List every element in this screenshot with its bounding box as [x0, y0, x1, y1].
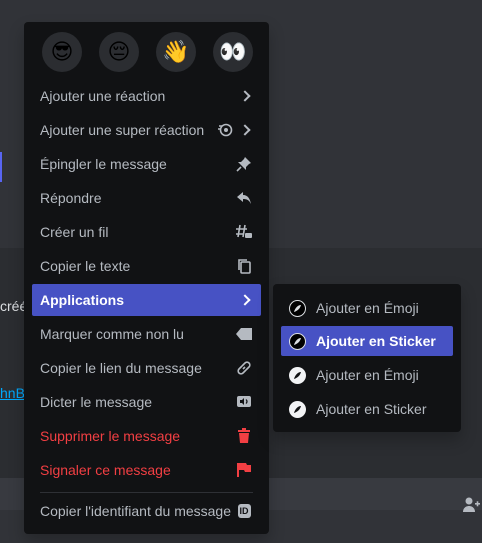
- menu-item-label: Marquer comme non lu: [40, 326, 184, 342]
- app-feather-icon: [289, 400, 306, 418]
- app-feather-icon: [289, 299, 306, 317]
- eyes-emoji-icon: 👀: [219, 39, 247, 64]
- menu-item-label: Signaler ce message: [40, 462, 171, 478]
- menu-item-mark-unread[interactable]: Marquer comme non lu: [32, 318, 261, 350]
- app-feather-icon: [289, 366, 306, 384]
- app-feather-icon: [289, 332, 306, 350]
- menu-item-copy-link[interactable]: Copier le lien du message: [32, 352, 261, 384]
- menu-item-label: Copier le lien du message: [40, 360, 202, 376]
- menu-item-report[interactable]: Signaler ce message: [32, 454, 261, 486]
- menu-item-label: Ajouter une réaction: [40, 88, 166, 104]
- chevron-right-icon: [239, 90, 251, 102]
- sunglasses-emoji-icon: 😎: [50, 39, 74, 64]
- submenu-item-add-emoji-alt[interactable]: Ajouter en Émoji: [281, 360, 453, 390]
- submenu-item-label: Ajouter en Sticker: [316, 333, 436, 349]
- copy-icon: [235, 257, 253, 275]
- quick-reaction-sunglasses[interactable]: 😎: [42, 32, 82, 72]
- menu-item-label: Copier le texte: [40, 258, 131, 274]
- super-reaction-icon: [217, 121, 235, 139]
- flag-icon: [235, 461, 253, 479]
- menu-item-label: Supprimer le message: [40, 428, 181, 444]
- quick-reactions: 😎 😔 👋 👀: [32, 30, 261, 74]
- id-badge-icon: ID: [235, 502, 253, 520]
- menu-item-add-super-reaction[interactable]: Ajouter une super réaction: [32, 114, 261, 146]
- submenu-item-add-emoji[interactable]: Ajouter en Émoji: [281, 293, 453, 323]
- menu-item-label: Répondre: [40, 190, 102, 206]
- unread-tag-icon: [235, 325, 253, 343]
- thread-icon: [235, 223, 253, 241]
- chevron-right-icon: [239, 124, 251, 136]
- wave-emoji-icon: 👋: [162, 39, 190, 64]
- menu-item-add-reaction[interactable]: Ajouter une réaction: [32, 80, 261, 112]
- message-link-fragment[interactable]: hnB: [0, 385, 25, 401]
- menu-item-label: Copier l'identifiant du message: [40, 503, 232, 519]
- submenu-item-add-sticker-alt[interactable]: Ajouter en Sticker: [281, 394, 453, 424]
- menu-item-copy-text[interactable]: Copier le texte: [32, 250, 261, 282]
- person-add-icon[interactable]: [462, 496, 480, 519]
- link-icon: [235, 359, 253, 377]
- menu-item-dictate[interactable]: Dicter le message: [32, 386, 261, 418]
- menu-divider: [40, 492, 253, 493]
- submenu-item-add-sticker[interactable]: Ajouter en Sticker: [281, 326, 453, 356]
- menu-item-label: Créer un fil: [40, 224, 109, 240]
- pensive-emoji-icon: 😔: [107, 39, 131, 64]
- applications-submenu: Ajouter en Émoji Ajouter en Sticker Ajou…: [273, 284, 461, 432]
- menu-item-create-thread[interactable]: Créer un fil: [32, 216, 261, 248]
- quick-reaction-eyes[interactable]: 👀: [213, 32, 253, 72]
- quick-reaction-pensive[interactable]: 😔: [99, 32, 139, 72]
- reply-icon: [235, 189, 253, 207]
- chevron-right-icon: [239, 294, 251, 306]
- highlight-bar: [0, 152, 2, 182]
- submenu-item-label: Ajouter en Émoji: [316, 300, 419, 316]
- menu-item-reply[interactable]: Répondre: [32, 182, 261, 214]
- menu-item-applications[interactable]: Applications: [32, 284, 261, 316]
- menu-item-pin[interactable]: Épingler le message: [32, 148, 261, 180]
- pin-icon: [235, 155, 253, 173]
- menu-item-label: Dicter le message: [40, 394, 153, 410]
- speaker-icon: [235, 393, 253, 411]
- menu-item-copy-id[interactable]: Copier l'identifiant du message ID: [32, 495, 261, 527]
- trash-icon: [235, 427, 253, 445]
- id-badge-label: ID: [237, 504, 251, 518]
- menu-item-label: Applications: [40, 292, 125, 308]
- menu-item-label: Épingler le message: [40, 156, 167, 172]
- quick-reaction-wave[interactable]: 👋: [156, 32, 196, 72]
- message-context-menu: 😎 😔 👋 👀 Ajouter une réaction Ajouter une…: [24, 22, 269, 534]
- menu-item-delete[interactable]: Supprimer le message: [32, 420, 261, 452]
- menu-item-label: Ajouter une super réaction: [40, 122, 205, 138]
- submenu-item-label: Ajouter en Sticker: [316, 401, 427, 417]
- submenu-item-label: Ajouter en Émoji: [316, 367, 419, 383]
